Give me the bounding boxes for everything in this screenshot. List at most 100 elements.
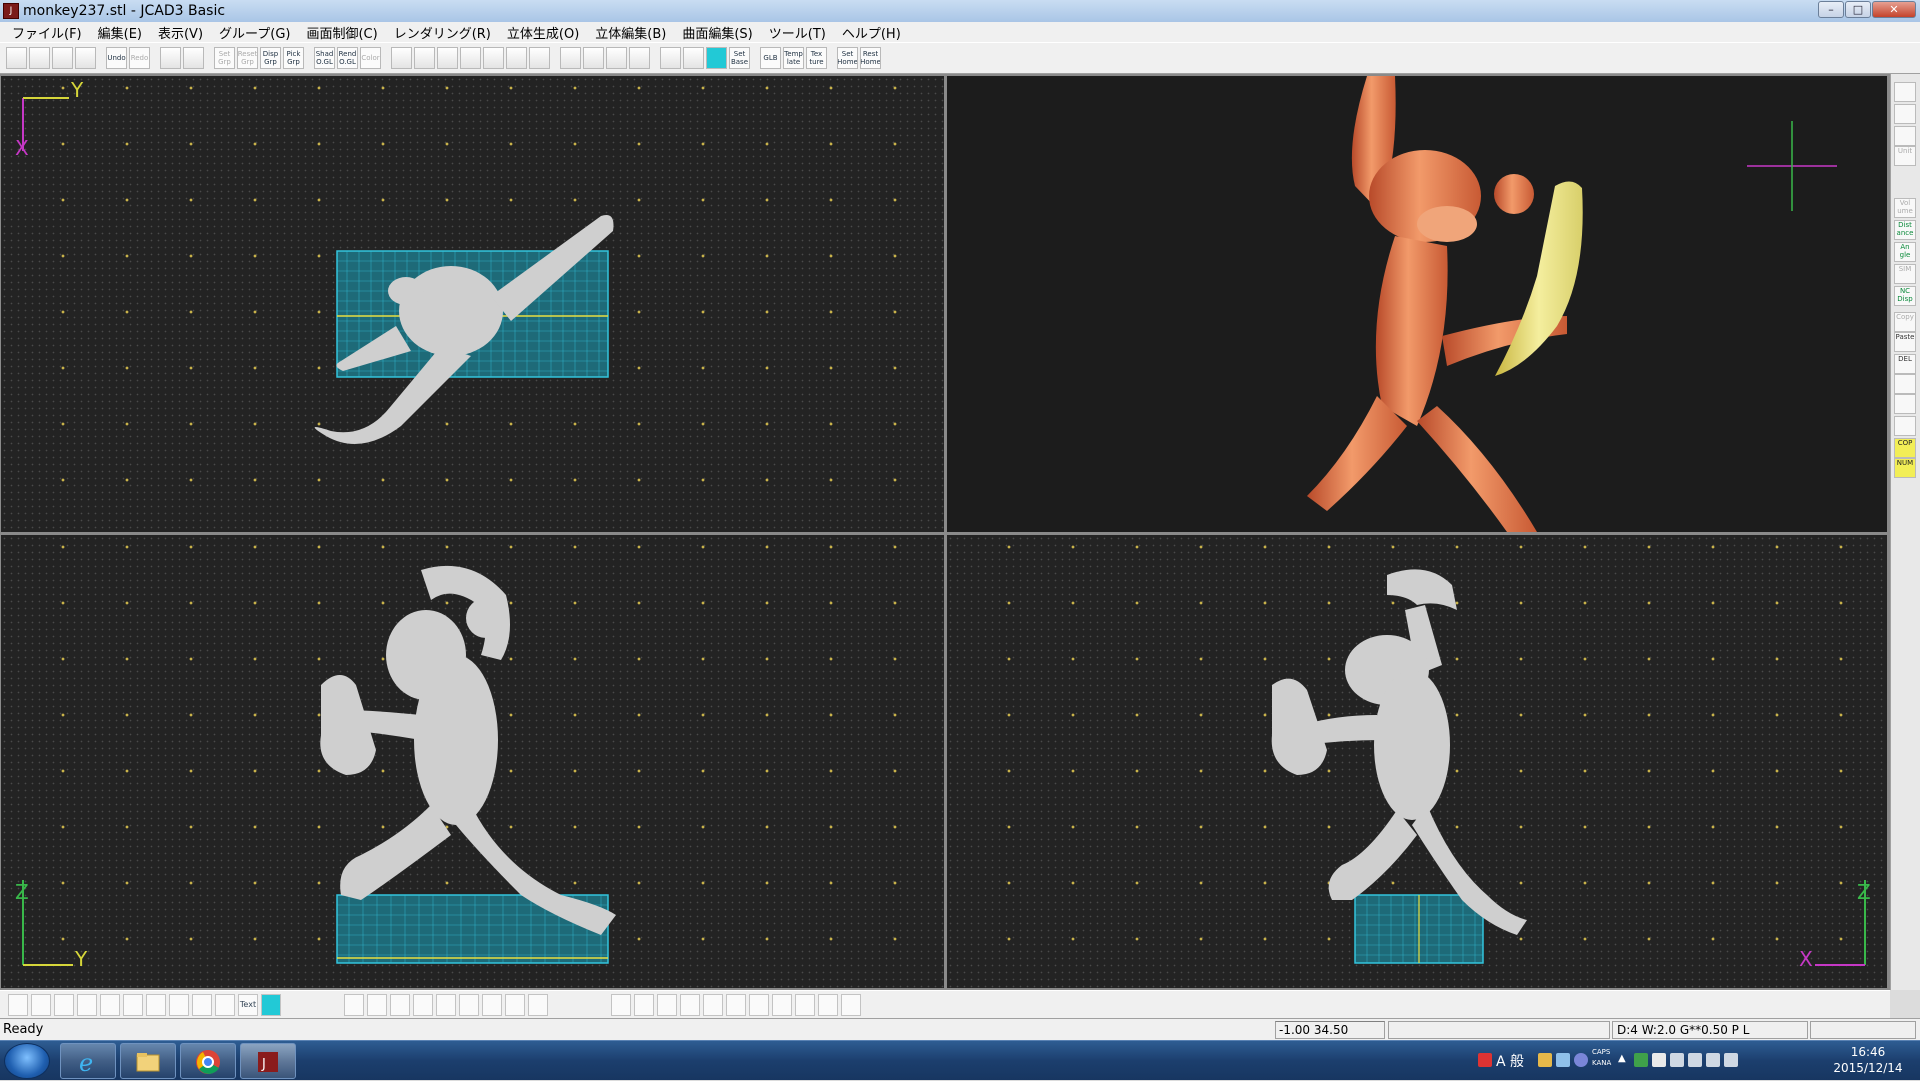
save-icon[interactable] bbox=[52, 47, 73, 69]
set-base-button[interactable]: Set Base bbox=[729, 47, 750, 69]
set-home-button[interactable]: Set Home bbox=[837, 47, 858, 69]
back-icon[interactable] bbox=[529, 47, 550, 69]
view-frame-icon[interactable] bbox=[629, 47, 650, 69]
monkey-mesh-front[interactable] bbox=[320, 565, 616, 935]
zoom-out-icon[interactable] bbox=[414, 47, 435, 69]
surface-edit-icon[interactable] bbox=[818, 993, 838, 1016]
solid-shell-icon[interactable] bbox=[482, 993, 502, 1016]
menu-edit[interactable]: 編集(E) bbox=[90, 23, 150, 42]
grid-icon[interactable] bbox=[660, 47, 681, 69]
rotate-view-icon[interactable] bbox=[560, 47, 581, 69]
render-viewport[interactable] bbox=[947, 76, 1887, 532]
show-hidden-icons-icon[interactable]: ▲ bbox=[1618, 1053, 1626, 1064]
dash-curve-icon[interactable] bbox=[54, 993, 74, 1016]
cop-button[interactable]: COP bbox=[1894, 438, 1916, 458]
print-icon[interactable] bbox=[75, 47, 96, 69]
menu-rendering[interactable]: レンダリング(R) bbox=[386, 23, 499, 42]
select-box-icon[interactable] bbox=[183, 47, 204, 69]
del-button[interactable]: DEL bbox=[1894, 354, 1916, 374]
zoom-window-icon[interactable] bbox=[460, 47, 481, 69]
wave-icon[interactable] bbox=[169, 993, 189, 1016]
undo-button[interactable]: Undo bbox=[106, 47, 127, 69]
zoom-fit-icon[interactable] bbox=[437, 47, 458, 69]
solid-loft-icon[interactable] bbox=[413, 993, 433, 1016]
material-icon[interactable] bbox=[1894, 126, 1916, 146]
color-button[interactable]: Color bbox=[360, 47, 381, 69]
display-toggle-icon[interactable] bbox=[706, 47, 727, 69]
dist-ance-button[interactable]: Dist ance bbox=[1894, 220, 1916, 240]
chrome-icon[interactable] bbox=[180, 1043, 236, 1079]
solid-extrude-icon[interactable] bbox=[459, 993, 479, 1016]
menu-group[interactable]: グループ(G) bbox=[211, 23, 298, 42]
curve-edit-icon[interactable] bbox=[31, 993, 51, 1016]
set-grp-button[interactable]: Set Grp bbox=[214, 47, 235, 69]
front-view-viewport[interactable]: Z Y bbox=[1, 535, 944, 988]
file-explorer-icon[interactable] bbox=[120, 1043, 176, 1079]
an-gle-button[interactable]: An gle bbox=[1894, 242, 1916, 262]
zoom-in-icon[interactable] bbox=[391, 47, 412, 69]
trim-icon[interactable] bbox=[77, 993, 97, 1016]
triangle-icon[interactable] bbox=[123, 993, 143, 1016]
jcad-taskbar-icon[interactable]: J bbox=[240, 1043, 296, 1079]
help-icon[interactable] bbox=[1574, 1053, 1588, 1067]
glb-button[interactable]: GLB bbox=[760, 47, 781, 69]
copy-button[interactable]: Copy bbox=[1894, 312, 1916, 332]
palette-icon[interactable] bbox=[1894, 374, 1916, 394]
printer-3d-icon[interactable] bbox=[1894, 104, 1916, 124]
spiral-icon[interactable] bbox=[215, 993, 235, 1016]
menu-help[interactable]: ヘルプ(H) bbox=[834, 23, 909, 42]
solid-revolve-icon[interactable] bbox=[436, 993, 456, 1016]
surface-rotate-icon[interactable] bbox=[611, 993, 631, 1016]
rend-o-gl-button[interactable]: Rend O.GL bbox=[337, 47, 358, 69]
surface-ramp-icon[interactable] bbox=[703, 993, 723, 1016]
temp-late-button[interactable]: Temp late bbox=[783, 47, 804, 69]
action-center-flag-icon[interactable] bbox=[1688, 1053, 1702, 1067]
reset-grp-button[interactable]: Reset Grp bbox=[237, 47, 258, 69]
new-file-icon[interactable] bbox=[6, 47, 27, 69]
solid-box-icon[interactable] bbox=[344, 993, 364, 1016]
ime-pad-icon[interactable] bbox=[1556, 1053, 1570, 1067]
maximize-button[interactable]: □ bbox=[1845, 1, 1871, 18]
side-view-viewport[interactable]: Z X bbox=[947, 535, 1887, 988]
pick-grp-button[interactable]: Pick Grp bbox=[283, 47, 304, 69]
system-clock[interactable]: 16:46 2015/12/14 bbox=[1818, 1044, 1918, 1076]
minimize-button[interactable]: – bbox=[1818, 1, 1844, 18]
start-orb-icon[interactable] bbox=[4, 1043, 50, 1079]
light-icon[interactable] bbox=[1894, 82, 1916, 102]
menu-view[interactable]: 表示(V) bbox=[150, 23, 211, 42]
surface-patch-icon[interactable] bbox=[680, 993, 700, 1016]
surface-step-icon[interactable] bbox=[634, 993, 654, 1016]
tex-ture-button[interactable]: Tex ture bbox=[806, 47, 827, 69]
num-button[interactable]: NUM bbox=[1894, 458, 1916, 478]
rotate-reset-icon[interactable] bbox=[583, 47, 604, 69]
layer-icon[interactable] bbox=[1894, 394, 1916, 414]
paste-button[interactable]: Paste bbox=[1894, 332, 1916, 352]
internet-explorer-icon[interactable]: e bbox=[60, 1043, 116, 1079]
tree-icon[interactable] bbox=[1894, 416, 1916, 436]
arc-icon[interactable] bbox=[146, 993, 166, 1016]
solid-join-icon[interactable] bbox=[390, 993, 410, 1016]
alert-icon[interactable] bbox=[1478, 1053, 1492, 1067]
close-button[interactable]: ✕ bbox=[1872, 1, 1916, 18]
menu-screen-control[interactable]: 画面制御(C) bbox=[298, 23, 385, 42]
ime-tool-icon[interactable] bbox=[1538, 1053, 1552, 1067]
ime-indicator[interactable]: A 般 bbox=[1496, 1051, 1524, 1071]
volume-icon[interactable] bbox=[1724, 1053, 1738, 1067]
disp-grp-button[interactable]: Disp Grp bbox=[260, 47, 281, 69]
surface-eye-icon[interactable] bbox=[841, 993, 861, 1016]
shad-o-gl-button[interactable]: Shad O.GL bbox=[314, 47, 335, 69]
sync-icon[interactable] bbox=[1670, 1053, 1684, 1067]
menu-file[interactable]: ファイル(F) bbox=[4, 23, 90, 42]
redo-button[interactable]: Redo bbox=[129, 47, 150, 69]
solid-fill-icon[interactable] bbox=[528, 993, 548, 1016]
menu-surface-edit[interactable]: 曲面編集(S) bbox=[674, 23, 760, 42]
open-folder-icon[interactable] bbox=[29, 47, 50, 69]
app-tray-icon[interactable] bbox=[1634, 1053, 1648, 1067]
rest-home-button[interactable]: Rest Home bbox=[860, 47, 881, 69]
vol-ume-button[interactable]: Vol ume bbox=[1894, 198, 1916, 218]
surface-grid-icon[interactable] bbox=[657, 993, 677, 1016]
solid-array-icon[interactable] bbox=[505, 993, 525, 1016]
mirror-icon[interactable] bbox=[100, 993, 120, 1016]
sim-button[interactable]: SIM bbox=[1894, 264, 1916, 284]
pan-hand-icon[interactable] bbox=[506, 47, 527, 69]
